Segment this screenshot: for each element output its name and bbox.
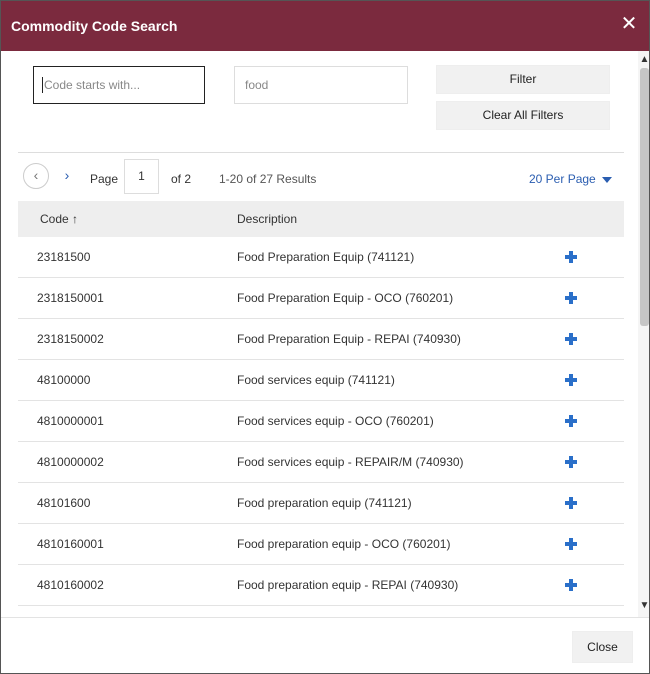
footer-divider <box>1 617 649 618</box>
add-plus-icon[interactable] <box>565 415 577 427</box>
clear-all-filters-button[interactable]: Clear All Filters <box>436 101 610 130</box>
code-input-placeholder: Code starts with... <box>44 78 141 92</box>
row-description: Food Preparation Equip - REPAI (740930) <box>237 332 461 346</box>
add-plus-icon[interactable] <box>565 538 577 550</box>
code-starts-with-input[interactable]: Code starts with... <box>33 66 205 104</box>
add-plus-icon[interactable] <box>565 292 577 304</box>
row-description: Food Preparation Equip - OCO (760201) <box>237 291 454 305</box>
table-row: 2318150001 Food Preparation Equip - OCO (… <box>18 278 624 319</box>
dialog-body: Code starts with... food Filter Clear Al… <box>1 51 638 617</box>
page-number-input[interactable]: 1 <box>124 159 159 194</box>
table-row: 48101600 Food preparation equip (741121) <box>18 483 624 524</box>
row-code: 4810160002 <box>37 578 104 592</box>
row-description: Food services equip - REPAIR/M (740930) <box>237 455 464 469</box>
add-plus-icon[interactable] <box>565 579 577 591</box>
table-row: 23181500 Food Preparation Equip (741121) <box>18 237 624 278</box>
row-code: 4810160001 <box>37 537 104 551</box>
add-plus-icon[interactable] <box>565 333 577 345</box>
scroll-up-icon[interactable]: ▲ <box>638 53 649 67</box>
row-description: Food services equip - OCO (760201) <box>237 414 434 428</box>
page-count: of 2 <box>171 172 192 186</box>
scroll-down-icon[interactable]: ▼ <box>638 599 649 613</box>
description-search-input[interactable]: food <box>234 66 408 104</box>
next-page-icon[interactable]: › <box>59 163 75 189</box>
row-code: 23181500 <box>37 250 91 264</box>
add-plus-icon[interactable] <box>565 374 577 386</box>
close-icon[interactable]: ✕ <box>618 13 640 35</box>
previous-page-icon[interactable]: ‹ <box>23 163 49 189</box>
row-code: 4810000001 <box>37 414 104 428</box>
table-row: 4810160002 Food preparation equip - REPAI… <box>18 565 624 606</box>
results-count: 1-20 of 27 Results <box>219 172 317 186</box>
caret-down-icon <box>601 176 612 183</box>
dialog-title: Commodity Code Search <box>11 18 178 34</box>
row-description: Food preparation equip - REPAI (740930) <box>237 578 459 592</box>
close-button[interactable]: Close <box>572 631 633 663</box>
page-label: Page <box>90 172 119 186</box>
row-description: Food preparation equip (741121) <box>237 496 412 510</box>
per-page-label: 20 Per Page <box>529 172 596 186</box>
add-plus-icon[interactable] <box>565 456 577 468</box>
row-code: 48100000 <box>37 373 91 387</box>
description-input-value: food <box>245 78 269 92</box>
results-table-body: 23181500 Food Preparation Equip (741121) 2… <box>18 237 624 617</box>
text-cursor <box>42 77 43 93</box>
description-column-header: Description <box>237 212 298 226</box>
table-row: 4810160001 Food preparation equip - OCO (… <box>18 524 624 565</box>
code-column-header[interactable]: Code ↑ <box>40 212 78 226</box>
table-header: Code ↑ Description <box>18 201 624 237</box>
row-code: 2318150002 <box>37 332 104 346</box>
row-description: Food Preparation Equip (741121) <box>237 250 415 264</box>
row-code: 48101600 <box>37 496 91 510</box>
row-code: 2318150001 <box>37 291 104 305</box>
filter-button[interactable]: Filter <box>436 65 610 94</box>
table-row: 2318150002 Food Preparation Equip - REPAI… <box>18 319 624 360</box>
row-description: Food preparation equip - OCO (760201) <box>237 537 451 551</box>
row-description: Food services equip (741121) <box>237 373 395 387</box>
table-row: 4810000001 Food services equip - OCO (760… <box>18 401 624 442</box>
add-plus-icon[interactable] <box>565 497 577 509</box>
row-code: 4810000002 <box>37 455 104 469</box>
dialog-title-bar: Commodity Code Search ✕ <box>1 1 649 51</box>
add-plus-icon[interactable] <box>565 251 577 263</box>
table-row: 48100000 Food services equip (741121) <box>18 360 624 401</box>
table-row <box>18 606 624 617</box>
table-row: 4810000002 Food services equip - REPAIR/M… <box>18 442 624 483</box>
scrollbar-thumb[interactable] <box>640 68 649 326</box>
commodity-code-search-dialog: Commodity Code Search ✕ Code starts with… <box>0 0 650 674</box>
filters-divider <box>18 152 624 153</box>
per-page-dropdown[interactable]: 20 Per Page <box>529 172 612 186</box>
vertical-scrollbar[interactable]: ▲ ▼ <box>638 51 649 617</box>
